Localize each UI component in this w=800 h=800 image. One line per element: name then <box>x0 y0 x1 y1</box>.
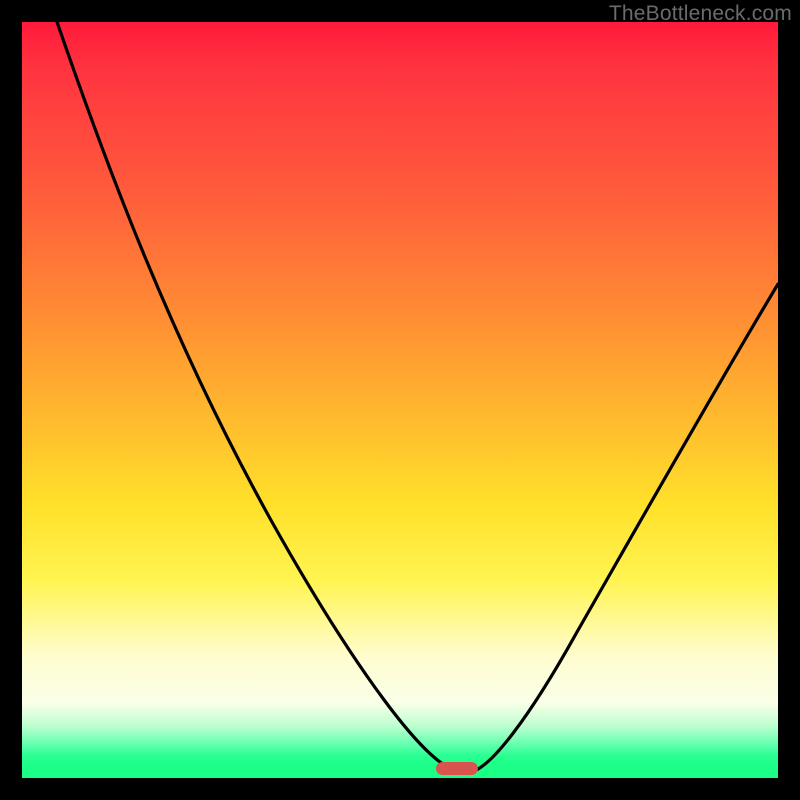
optimal-marker <box>436 762 478 775</box>
bottleneck-curve <box>22 22 778 778</box>
attribution-text: TheBottleneck.com <box>609 2 792 26</box>
curve-path <box>57 22 778 772</box>
chart-frame: TheBottleneck.com <box>0 0 800 800</box>
